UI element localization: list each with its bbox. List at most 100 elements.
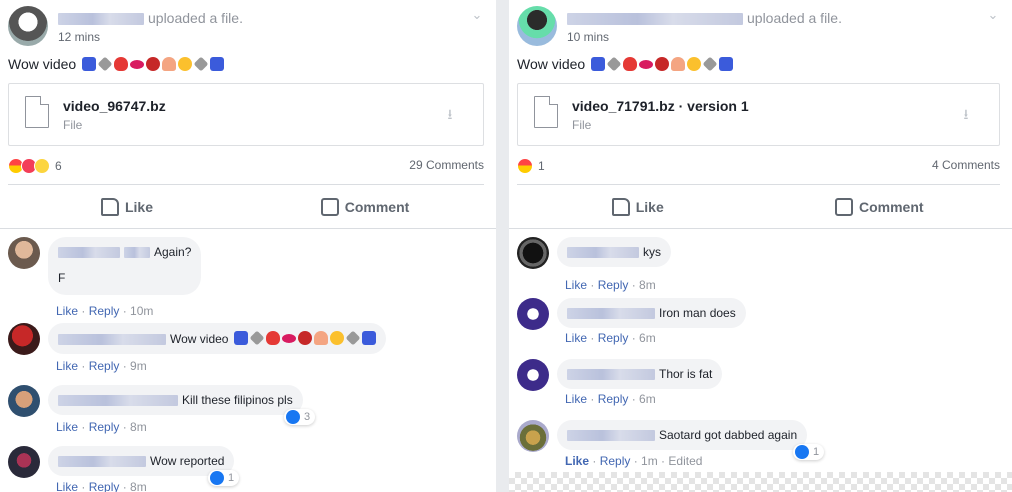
download-icon[interactable]: ⭳	[443, 106, 457, 122]
comment-time[interactable]: 9m	[130, 359, 147, 373]
comment-time[interactable]: 8m	[639, 278, 656, 292]
avatar[interactable]	[8, 446, 40, 478]
like-icon	[611, 197, 630, 216]
post-time[interactable]: 10 mins	[567, 30, 609, 44]
comment-time[interactable]: 8m	[130, 420, 147, 434]
post-time[interactable]: 12 mins	[58, 30, 100, 44]
like-label: Like	[635, 198, 664, 215]
avatar[interactable]	[8, 385, 40, 417]
poster-avatar[interactable]	[8, 6, 48, 46]
file-icon	[25, 96, 49, 128]
file-attachment[interactable]: video_71791.bz · version 1 File ⭳	[517, 83, 1000, 146]
diamond-emoji-icon	[606, 56, 622, 72]
no-under-eighteen-emoji-icon	[655, 57, 670, 71]
comment-like-link[interactable]: Like	[56, 359, 78, 373]
diamond-emoji-icon	[97, 56, 113, 72]
comment-time[interactable]: 6m	[639, 392, 656, 406]
reaction-summary[interactable]: 1	[517, 158, 545, 174]
reaction-count: 1	[538, 159, 545, 173]
poster-avatar[interactable]	[517, 6, 557, 46]
comment-meta: Like · Reply · 6m	[565, 392, 656, 406]
comment-button[interactable]: Comment	[759, 185, 1001, 228]
down-arrow-emoji-icon	[361, 331, 376, 345]
comment-time[interactable]: 10m	[130, 304, 153, 318]
comment-time[interactable]: 8m	[130, 480, 147, 492]
comment-like-link[interactable]: Like	[56, 480, 78, 492]
comment-reply-link[interactable]: Reply	[89, 480, 120, 492]
comment-reaction-badge[interactable]: 1	[208, 470, 240, 486]
comment-reaction-badge[interactable]: 3	[284, 409, 316, 425]
comment-count[interactable]: 4 Comments	[932, 158, 1000, 172]
diamond-emoji-icon	[702, 56, 718, 72]
comment-text: Saotard got dabbed again	[659, 428, 798, 442]
comment-bubble: Wow reported	[48, 446, 235, 476]
comment-reply-link[interactable]: Reply	[89, 359, 120, 373]
chevron-down-icon[interactable]: ⌄	[470, 8, 484, 22]
comment-time[interactable]: 6m	[639, 331, 656, 345]
comment-text: Thor is fat	[659, 367, 713, 381]
comment-like-link[interactable]: Like	[565, 392, 587, 406]
like-icon	[100, 197, 119, 216]
comment-like-link[interactable]: Like	[565, 331, 587, 345]
post-text-label: Wow video	[517, 56, 586, 72]
down-arrow-emoji-icon	[233, 331, 248, 345]
comment-reply-link[interactable]: Reply	[89, 420, 120, 434]
comment-reply-link[interactable]: Reply	[600, 454, 631, 468]
file-name[interactable]: video_96747.bz	[63, 98, 166, 114]
post-actions: Like Comment	[517, 184, 1000, 228]
bust-emoji-icon	[313, 331, 328, 345]
comment-reply-link[interactable]: Reply	[598, 331, 629, 345]
file-attachment[interactable]: video_96747.bz File ⭳	[8, 83, 484, 146]
comment-list: Again? F Like · Reply · 10m Wow video Li…	[0, 228, 496, 492]
post-text: Wow video	[8, 56, 225, 72]
heart-emoji-icon	[623, 57, 638, 71]
comment-bubble: Wow video	[48, 323, 386, 354]
comment-meta: Like · Reply · 8m	[56, 480, 147, 492]
comment-reaction-badge[interactable]: 1	[793, 444, 825, 460]
like-button[interactable]: Like	[517, 185, 759, 228]
comment-time[interactable]: 1m	[641, 454, 658, 468]
like-button[interactable]: Like	[8, 185, 246, 228]
avatar[interactable]	[517, 237, 549, 269]
comment-reaction-count: 1	[228, 472, 235, 484]
comment-meta: Like · Reply · 10m	[56, 304, 154, 318]
bust-emoji-icon	[671, 57, 686, 71]
comment-like-link[interactable]: Like	[56, 304, 78, 318]
comment-text: Wow video	[170, 332, 229, 346]
comment-text: Iron man does	[659, 306, 736, 320]
comment-reply-link[interactable]: Reply	[598, 392, 629, 406]
comment-count[interactable]: 29 Comments	[409, 158, 484, 172]
file-icon	[534, 96, 558, 128]
redacted-name	[58, 247, 120, 259]
avatar[interactable]	[517, 298, 549, 330]
avatar[interactable]	[8, 237, 40, 269]
reaction-summary[interactable]: 6	[8, 158, 62, 174]
comment-button[interactable]: Comment	[246, 185, 484, 228]
chevron-down-icon[interactable]: ⌄	[986, 8, 1000, 22]
comment-icon	[320, 197, 339, 216]
left-post: uploaded a file. 12 mins ⌄ Wow video vid…	[0, 0, 496, 492]
comment-label: Comment	[858, 198, 924, 215]
heart-eyes-emoji-icon	[178, 57, 193, 71]
comment-like-link[interactable]: Like	[565, 454, 589, 468]
comment-like-link[interactable]: Like	[56, 420, 78, 434]
comment-reply-link[interactable]: Reply	[89, 304, 120, 318]
download-icon[interactable]: ⭳	[959, 106, 973, 122]
thumbs-up-icon	[210, 471, 224, 485]
comment-edited[interactable]: Edited	[668, 454, 702, 468]
comment-like-link[interactable]: Like	[565, 278, 587, 292]
file-name[interactable]: video_71791.bz · version 1	[572, 98, 749, 114]
avatar[interactable]	[517, 359, 549, 391]
redacted-name	[124, 247, 150, 259]
avatar[interactable]	[517, 420, 549, 452]
uploaded-text: uploaded a file.	[148, 10, 243, 26]
diamond-emoji-icon	[193, 56, 209, 72]
comment-reply-link[interactable]: Reply	[598, 278, 629, 292]
avatar[interactable]	[8, 323, 40, 355]
angry-reaction-icon	[517, 158, 533, 174]
redacted-name	[58, 334, 166, 346]
post-actions: Like Comment	[8, 184, 484, 228]
comment-meta: Like · Reply · 1m · Edited	[565, 454, 703, 468]
comment-bubble: Saotard got dabbed again	[557, 420, 808, 450]
down-arrow-emoji-icon	[82, 57, 97, 71]
